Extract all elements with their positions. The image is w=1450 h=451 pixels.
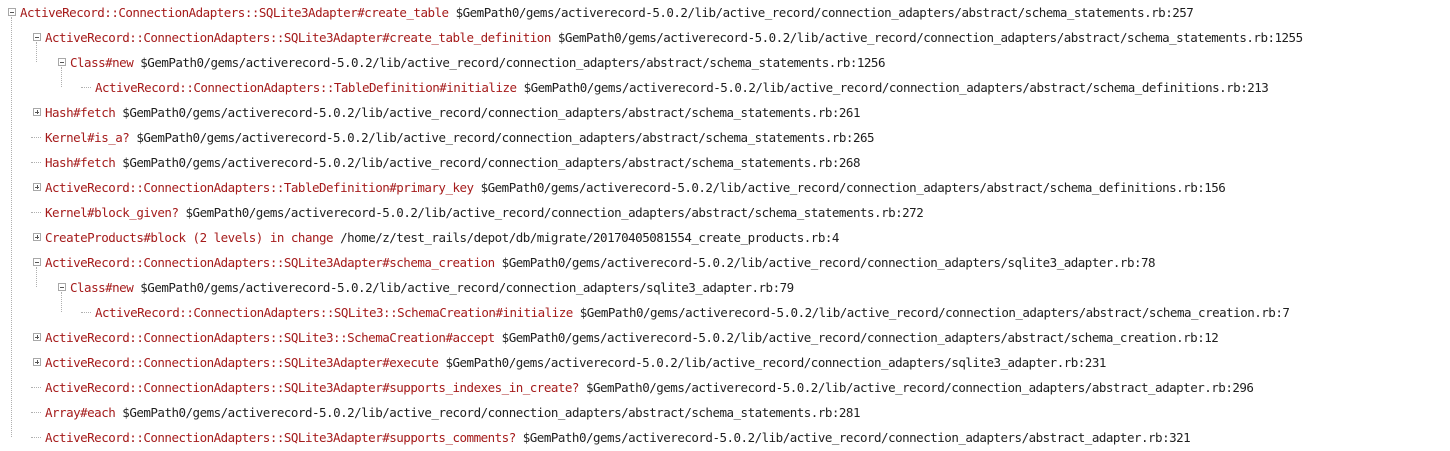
- method-name: Hash#fetch: [45, 155, 116, 170]
- tree-connector: [31, 387, 41, 388]
- tree-connector: [31, 212, 41, 213]
- source-path: $GemPath0/gems/activerecord-5.0.2/lib/ac…: [122, 155, 860, 170]
- tree-row[interactable]: ActiveRecord::ConnectionAdapters::SQLite…: [45, 375, 1254, 400]
- source-path: $GemPath0/gems/activerecord-5.0.2/lib/ac…: [140, 55, 885, 70]
- source-path: /home/z/test_rails/depot/db/migrate/2017…: [340, 230, 839, 245]
- source-path: $GemPath0/gems/activerecord-5.0.2/lib/ac…: [445, 355, 1106, 370]
- method-name: Hash#fetch: [45, 105, 116, 120]
- tree-guide: [36, 267, 37, 287]
- method-name: Kernel#is_a?: [45, 130, 130, 145]
- tree-row[interactable]: ActiveRecord::ConnectionAdapters::SQLite…: [20, 0, 1194, 25]
- method-name: ActiveRecord::ConnectionAdapters::SQLite…: [45, 30, 551, 45]
- expand-icon[interactable]: [33, 233, 41, 241]
- expand-icon[interactable]: [33, 333, 41, 341]
- method-name: Class#new: [70, 280, 134, 295]
- collapse-icon[interactable]: [58, 58, 66, 66]
- tree-row[interactable]: Kernel#block_given? $GemPath0/gems/activ…: [45, 200, 924, 225]
- source-path: $GemPath0/gems/activerecord-5.0.2/lib/ac…: [557, 30, 1303, 45]
- source-path: $GemPath0/gems/activerecord-5.0.2/lib/ac…: [122, 105, 860, 120]
- source-path: $GemPath0/gems/activerecord-5.0.2/lib/ac…: [501, 330, 1219, 345]
- source-path: $GemPath0/gems/activerecord-5.0.2/lib/ac…: [522, 430, 1191, 445]
- method-name: ActiveRecord::ConnectionAdapters::TableD…: [95, 80, 517, 95]
- source-path: $GemPath0/gems/activerecord-5.0.2/lib/ac…: [523, 80, 1269, 95]
- collapse-icon[interactable]: [33, 258, 41, 266]
- tree-row[interactable]: CreateProducts#block (2 levels) in chang…: [45, 225, 839, 250]
- tree-row[interactable]: Hash#fetch $GemPath0/gems/activerecord-5…: [45, 100, 860, 125]
- method-name: Class#new: [70, 55, 134, 70]
- source-path: $GemPath0/gems/activerecord-5.0.2/lib/ac…: [136, 130, 875, 145]
- method-name: ActiveRecord::ConnectionAdapters::TableD…: [45, 180, 474, 195]
- method-name: ActiveRecord::ConnectionAdapters::SQLite…: [45, 430, 516, 445]
- source-path: $GemPath0/gems/activerecord-5.0.2/lib/ac…: [122, 405, 860, 420]
- tree-row[interactable]: Kernel#is_a? $GemPath0/gems/activerecord…: [45, 125, 875, 150]
- tree-guide: [36, 42, 37, 62]
- expand-icon[interactable]: [33, 358, 41, 366]
- method-name: ActiveRecord::ConnectionAdapters::SQLite…: [45, 330, 495, 345]
- collapse-icon[interactable]: [58, 283, 66, 291]
- expand-icon[interactable]: [33, 183, 41, 191]
- method-name: ActiveRecord::ConnectionAdapters::SQLite…: [45, 255, 495, 270]
- method-name: ActiveRecord::ConnectionAdapters::SQLite…: [95, 305, 573, 320]
- method-name: CreateProducts#block (2 levels) in chang…: [45, 230, 334, 245]
- source-path: $GemPath0/gems/activerecord-5.0.2/lib/ac…: [579, 305, 1290, 320]
- tree-row[interactable]: Class#new $GemPath0/gems/activerecord-5.…: [70, 275, 794, 300]
- tree-row[interactable]: ActiveRecord::ConnectionAdapters::SQLite…: [95, 300, 1290, 325]
- tree-row[interactable]: ActiveRecord::ConnectionAdapters::SQLite…: [45, 325, 1219, 350]
- source-path: $GemPath0/gems/activerecord-5.0.2/lib/ac…: [185, 205, 924, 220]
- method-name: ActiveRecord::ConnectionAdapters::SQLite…: [20, 5, 449, 20]
- tree-connector: [81, 87, 91, 88]
- source-path: $GemPath0/gems/activerecord-5.0.2/lib/ac…: [455, 5, 1194, 20]
- call-tree: ActiveRecord::ConnectionAdapters::SQLite…: [0, 0, 1450, 451]
- source-path: $GemPath0/gems/activerecord-5.0.2/lib/ac…: [480, 180, 1226, 195]
- tree-row[interactable]: ActiveRecord::ConnectionAdapters::TableD…: [95, 75, 1269, 100]
- tree-row[interactable]: Class#new $GemPath0/gems/activerecord-5.…: [70, 50, 885, 75]
- tree-guide: [61, 67, 62, 87]
- method-name: Kernel#block_given?: [45, 205, 179, 220]
- tree-row[interactable]: ActiveRecord::ConnectionAdapters::SQLite…: [45, 250, 1156, 275]
- tree-row[interactable]: ActiveRecord::ConnectionAdapters::SQLite…: [45, 25, 1303, 50]
- method-name: ActiveRecord::ConnectionAdapters::SQLite…: [45, 355, 439, 370]
- tree-row[interactable]: ActiveRecord::ConnectionAdapters::TableD…: [45, 175, 1226, 200]
- collapse-icon[interactable]: [8, 8, 16, 16]
- tree-connector: [31, 137, 41, 138]
- collapse-icon[interactable]: [33, 33, 41, 41]
- tree-row[interactable]: Array#each $GemPath0/gems/activerecord-5…: [45, 400, 860, 425]
- method-name: Array#each: [45, 405, 116, 420]
- tree-row[interactable]: Hash#fetch $GemPath0/gems/activerecord-5…: [45, 150, 860, 175]
- source-path: $GemPath0/gems/activerecord-5.0.2/lib/ac…: [585, 380, 1254, 395]
- source-path: $GemPath0/gems/activerecord-5.0.2/lib/ac…: [140, 280, 794, 295]
- tree-row[interactable]: ActiveRecord::ConnectionAdapters::SQLite…: [45, 350, 1106, 375]
- tree-guide: [11, 17, 12, 437]
- tree-row[interactable]: ActiveRecord::ConnectionAdapters::SQLite…: [45, 425, 1191, 450]
- tree-guide: [61, 292, 62, 312]
- tree-connector: [81, 312, 91, 313]
- tree-connector: [31, 437, 41, 438]
- source-path: $GemPath0/gems/activerecord-5.0.2/lib/ac…: [501, 255, 1156, 270]
- tree-connector: [31, 412, 41, 413]
- tree-connector: [31, 162, 41, 163]
- expand-icon[interactable]: [33, 108, 41, 116]
- method-name: ActiveRecord::ConnectionAdapters::SQLite…: [45, 380, 579, 395]
